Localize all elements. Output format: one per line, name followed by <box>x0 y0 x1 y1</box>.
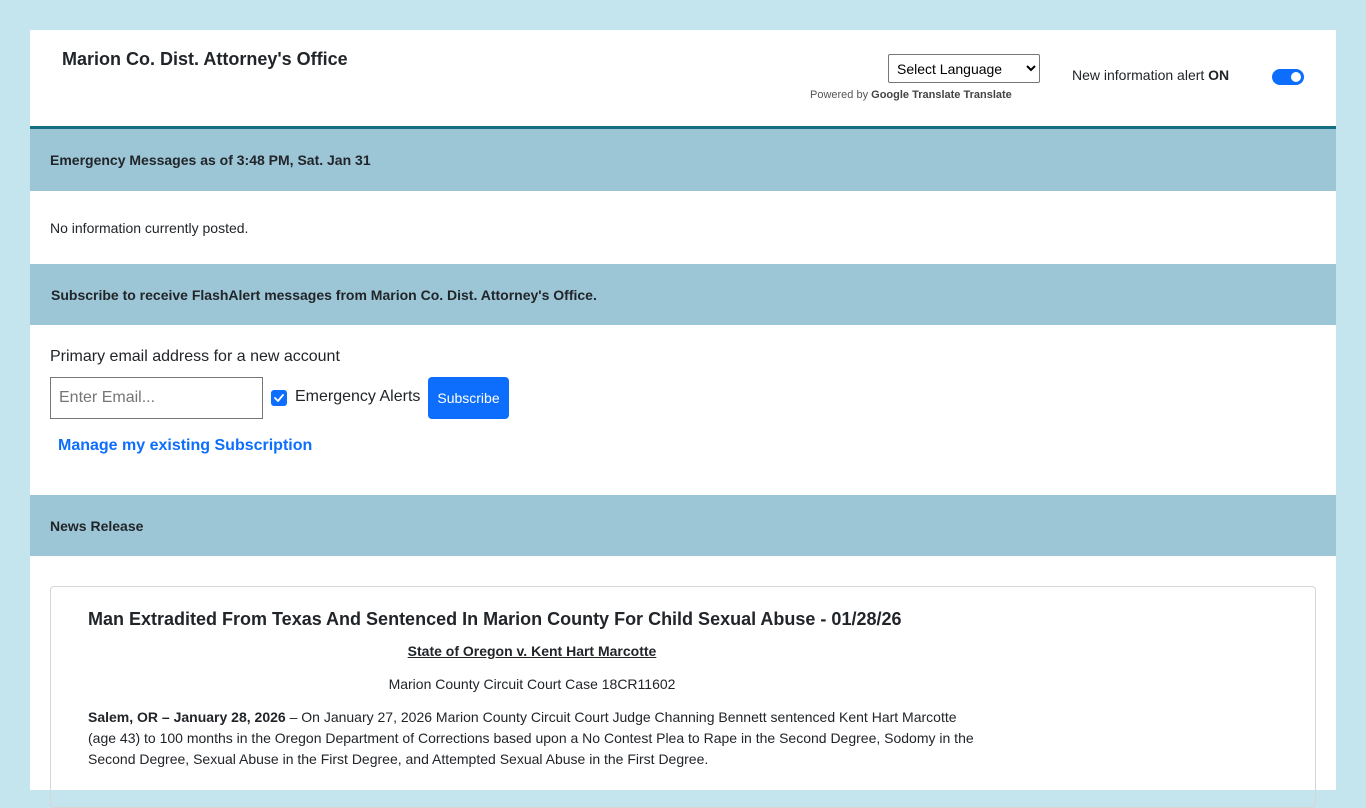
emergency-message: No information currently posted. <box>50 219 249 236</box>
org-title: Marion Co. Dist. Attorney's Office <box>62 49 348 69</box>
checkmark-icon <box>274 394 284 402</box>
powered-by-label: Powered by <box>810 89 869 101</box>
alert-label: New information alert ON <box>1072 67 1229 83</box>
language-select[interactable]: Select Language <box>888 54 1040 83</box>
toggle-knob-icon <box>1291 72 1301 82</box>
subscribe-form: Primary email address for a new account … <box>30 325 1336 495</box>
news-wrap: Man Extradited From Texas And Sentenced … <box>30 556 1336 808</box>
emergency-alerts-checkbox[interactable] <box>271 390 287 406</box>
news-card: Man Extradited From Texas And Sentenced … <box>50 586 1316 808</box>
email-input[interactable] <box>50 377 263 419</box>
alert-label-text: New information alert <box>1072 67 1205 83</box>
alert-toggle[interactable] <box>1272 69 1304 85</box>
news-body: Salem, OR – January 28, 2026 – On Januar… <box>88 707 983 770</box>
manage-subscription-link[interactable]: Manage my existing Subscription <box>58 437 312 455</box>
subscribe-heading: Subscribe to receive FlashAlert messages… <box>30 264 1336 325</box>
alert-state: ON <box>1208 67 1230 83</box>
page-card: Marion Co. Dist. Attorney's Office Selec… <box>30 30 1336 808</box>
powered-by: Powered by Google Translate Translate <box>810 89 1012 101</box>
subscribe-button[interactable]: Subscribe <box>428 377 509 419</box>
case-number: Marion County Circuit Court Case 18CR116… <box>388 676 676 692</box>
case-name: State of Oregon v. Kent Hart Marcotte <box>407 643 657 659</box>
header: Marion Co. Dist. Attorney's Office Selec… <box>30 30 1336 129</box>
translate-link[interactable]: Translate <box>963 89 1011 101</box>
google-translate-logo[interactable]: Google Translate <box>871 89 960 101</box>
news-title: Man Extradited From Texas And Sentenced … <box>88 609 902 629</box>
email-label: Primary email address for a new account <box>50 348 340 365</box>
news-heading: News Release <box>30 495 1336 556</box>
emergency-heading: Emergency Messages as of 3:48 PM, Sat. J… <box>30 129 1336 191</box>
news-dateline: Salem, OR – January 28, 2026 <box>88 709 286 725</box>
emergency-alerts-label[interactable]: Emergency Alerts <box>295 388 420 406</box>
